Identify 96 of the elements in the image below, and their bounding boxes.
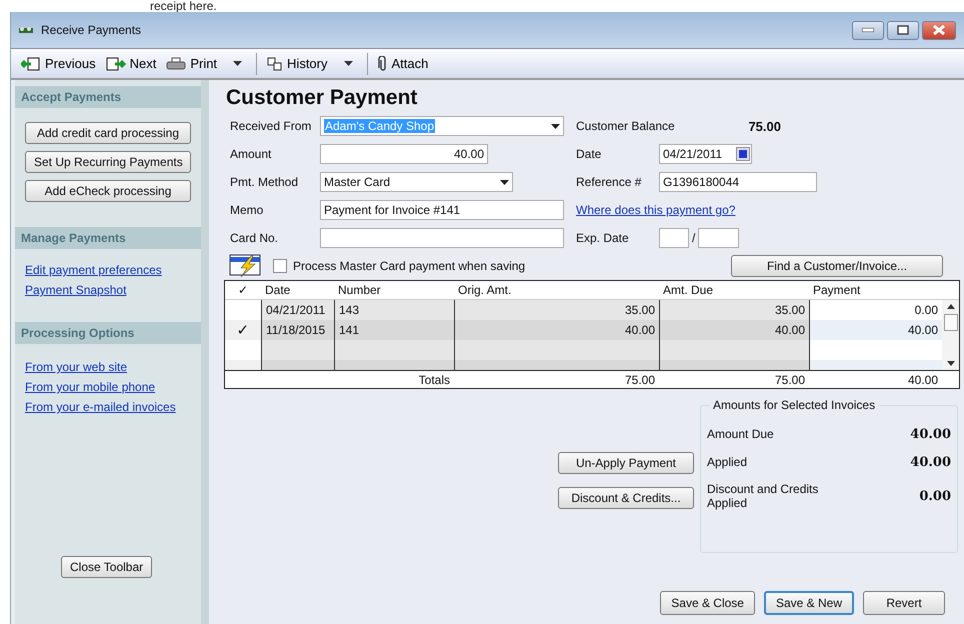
sidebar-link[interactable]: Payment Snapshot bbox=[25, 283, 126, 297]
totals-label: Totals bbox=[418, 372, 451, 388]
memo-field[interactable]: Payment for Invoice #141 bbox=[320, 200, 564, 220]
documents-icon bbox=[267, 56, 284, 70]
caret-icon bbox=[344, 61, 352, 66]
field-label: Customer Balance bbox=[576, 119, 675, 133]
up-arrow-icon bbox=[946, 304, 954, 309]
table-cell: 40.00 bbox=[659, 320, 809, 340]
field-label: Memo bbox=[230, 203, 264, 217]
table-cell: 04/21/2011 bbox=[261, 300, 334, 320]
form-button[interactable]: Save & Close bbox=[660, 591, 755, 615]
scrollbar[interactable] bbox=[942, 300, 959, 370]
sidebar-section-header: Accept Payments bbox=[15, 86, 201, 108]
column-header: Date bbox=[264, 282, 292, 299]
toolbar-button[interactable]: Print bbox=[164, 54, 248, 73]
field-label: Amount bbox=[230, 147, 272, 161]
close-toolbar-button[interactable]: Close Toolbar bbox=[61, 556, 152, 578]
amount-field[interactable]: 40.00 bbox=[320, 144, 488, 164]
checkbox-label: Process Master Card payment when saving bbox=[293, 259, 526, 273]
caret-icon bbox=[551, 124, 560, 128]
caret-icon bbox=[500, 180, 509, 184]
sidebar-link[interactable]: From your e-mailed invoices bbox=[25, 400, 176, 414]
sidebar-button[interactable]: Add credit card processing bbox=[25, 122, 191, 144]
amount-value: 40.00 bbox=[910, 426, 951, 442]
close-button[interactable] bbox=[922, 20, 956, 40]
form-button[interactable]: Save & New bbox=[764, 591, 854, 615]
column-header: Orig. Amt. bbox=[457, 282, 512, 299]
total-value: 75.00 bbox=[774, 372, 806, 388]
minimize-icon bbox=[862, 28, 874, 32]
total-value: 75.00 bbox=[624, 372, 656, 388]
field-label: Date bbox=[576, 147, 602, 161]
table-cell: 11/18/2015 bbox=[261, 320, 334, 340]
sidebar-section-header: Manage Payments bbox=[15, 227, 201, 249]
card-number-field[interactable] bbox=[320, 228, 564, 248]
form-title: Customer Payment bbox=[225, 86, 418, 111]
printer-icon bbox=[166, 56, 186, 70]
action-button[interactable]: Discount & Credits... bbox=[558, 487, 694, 509]
field-label: Reference # bbox=[576, 175, 642, 189]
amount-label: Discount and Credits Applied bbox=[707, 482, 820, 510]
right-arrow-page-icon bbox=[106, 56, 126, 70]
sidebar-button[interactable]: Set Up Recurring Payments bbox=[25, 151, 191, 173]
left-arrow-page-icon bbox=[21, 56, 41, 70]
credit-card-icon bbox=[229, 254, 263, 278]
table-cell: 35.00 bbox=[659, 300, 809, 320]
paperclip-icon bbox=[378, 56, 388, 72]
sidebar-link[interactable]: From your web site bbox=[25, 360, 128, 374]
amount-value: 40.00 bbox=[910, 454, 951, 470]
window-title: Receive Payments bbox=[41, 23, 142, 37]
maximize-button[interactable] bbox=[887, 20, 919, 40]
sidebar-section-header: Processing Options bbox=[15, 322, 201, 344]
year-field[interactable] bbox=[698, 228, 740, 248]
column-header: Number bbox=[337, 282, 382, 299]
maximize-icon bbox=[897, 25, 909, 35]
close-icon bbox=[932, 25, 946, 35]
table-cell: 35.00 bbox=[454, 300, 659, 320]
sidebar-link[interactable]: From your mobile phone bbox=[25, 380, 156, 394]
form-button[interactable]: Revert bbox=[863, 591, 945, 615]
total-value: 40.00 bbox=[906, 372, 939, 388]
minimize-button[interactable] bbox=[852, 20, 884, 40]
amount-value: 0.00 bbox=[919, 488, 951, 504]
toolbar-button[interactable]: Attach bbox=[376, 54, 434, 74]
panel-title: Amounts for Selected Invoices bbox=[709, 398, 880, 412]
caret-icon bbox=[233, 61, 242, 66]
sidebar-button[interactable]: Add eCheck processing bbox=[25, 180, 191, 202]
payment-method-dropdown[interactable]: Master Card bbox=[320, 172, 513, 192]
checkbox[interactable] bbox=[273, 259, 287, 273]
amount-label: Amount Due bbox=[707, 427, 775, 441]
action-button[interactable]: Un-Apply Payment bbox=[558, 452, 694, 474]
help-link[interactable]: Where does this payment go? bbox=[576, 203, 829, 217]
table-cell: 40.00 bbox=[454, 320, 659, 340]
field-label: Card No. bbox=[230, 231, 278, 245]
column-header: ✓ bbox=[237, 282, 249, 299]
find-button[interactable]: Find a Customer/Invoice... bbox=[731, 255, 943, 277]
row-checkmark: ✓ bbox=[236, 321, 250, 339]
table-cell: 143 bbox=[334, 300, 454, 320]
scrollbar-thumb[interactable] bbox=[944, 314, 958, 331]
field-label: Received From bbox=[230, 119, 312, 133]
column-header: Amt. Due bbox=[662, 282, 714, 299]
reference-field[interactable]: G1396180044 bbox=[659, 172, 817, 192]
month-field[interactable] bbox=[659, 228, 689, 248]
date-separator: / bbox=[692, 231, 696, 245]
toolbar-button[interactable]: Next bbox=[104, 54, 162, 73]
table-cell: 141 bbox=[334, 320, 454, 340]
table-cell: 40.00 bbox=[809, 320, 942, 340]
date-field[interactable]: 04/21/2011 bbox=[659, 144, 752, 164]
app-icon bbox=[17, 25, 35, 35]
field-label: Pmt. Method bbox=[230, 175, 298, 189]
calendar-icon bbox=[736, 147, 750, 161]
toolbar-button[interactable]: Previous bbox=[19, 54, 102, 73]
column-header: Payment bbox=[812, 282, 862, 299]
document-text: receipt here. bbox=[149, 0, 218, 12]
down-arrow-icon bbox=[946, 361, 954, 366]
field-label: Exp. Date bbox=[576, 231, 629, 245]
sidebar-link[interactable]: Edit payment preferences bbox=[25, 263, 162, 277]
amount-label: Applied bbox=[707, 455, 748, 469]
toolbar-button[interactable]: History bbox=[265, 54, 358, 73]
